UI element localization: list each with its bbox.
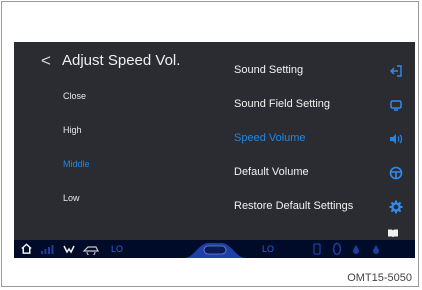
menu-label: Sound Setting [234,64,304,76]
drop-icon [353,245,359,254]
figure-frame: < Adjust Speed Vol. Close High Middle Lo… [1,1,419,287]
menu-sound-setting[interactable]: Sound Setting [234,60,404,80]
menu-label: Speed Volume [234,132,306,144]
left-temperature[interactable]: LO [111,242,123,256]
exit-arrow-icon [390,65,402,77]
steering-wheel-icon [389,166,403,180]
menu-restore-default-settings[interactable]: Restore Default Settings [234,196,404,216]
figure-caption: OMT15-5050 [347,272,412,284]
status-bar: LO LO [14,240,415,258]
climate-center-icon[interactable] [184,240,246,258]
head-unit-screen: < Adjust Speed Vol. Close High Middle Lo… [14,42,415,258]
option-close[interactable]: Close [63,90,86,102]
menu-label: Default Volume [234,166,309,178]
speaker-wave-icon [390,134,403,144]
gear-icon [389,200,403,214]
defrost-icon[interactable] [332,242,342,256]
menu-sound-field-setting[interactable]: Sound Field Setting [234,94,404,114]
fan-icon[interactable] [62,243,76,255]
menu-label: Sound Field Setting [234,98,331,110]
book-icon[interactable] [387,228,399,238]
option-high[interactable]: High [63,124,82,136]
speaker-field-icon [390,100,402,111]
air-recirculation-icon[interactable] [82,243,100,255]
menu-default-volume[interactable]: Default Volume [234,162,404,182]
menu-speed-volume[interactable]: Speed Volume [234,128,404,148]
page-title: Adjust Speed Vol. [62,52,181,69]
home-icon[interactable] [20,242,33,255]
signal-icon [41,245,54,254]
menu-label: Restore Default Settings [234,200,354,212]
right-temperature[interactable]: LO [262,242,274,256]
drop-icon [373,245,379,254]
option-middle[interactable]: Middle [63,158,90,170]
seat-heat-icon[interactable] [312,243,322,255]
option-low[interactable]: Low [63,192,80,204]
back-button[interactable]: < [41,52,51,70]
